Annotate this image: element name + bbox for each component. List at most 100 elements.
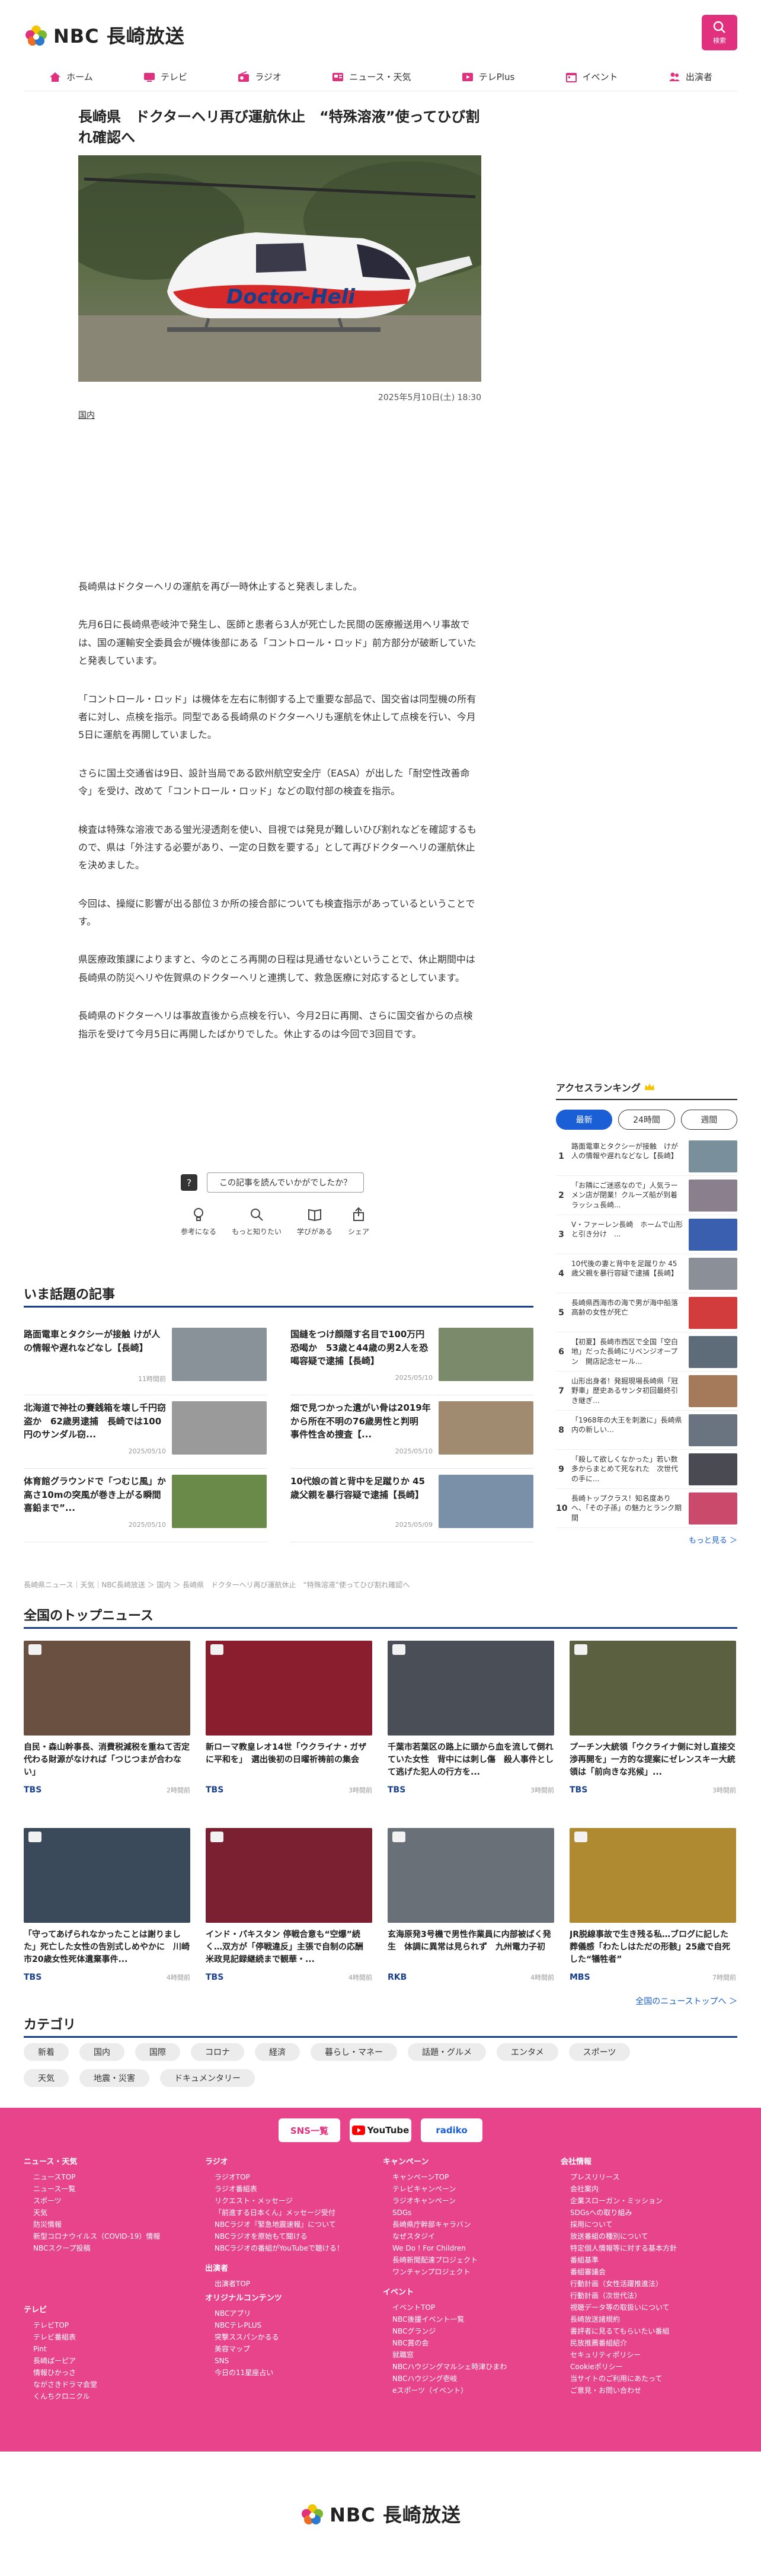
footer-link[interactable]: スポーツ <box>24 2195 160 2207</box>
nav-event[interactable]: イベント <box>565 71 618 84</box>
footer-link[interactable]: テレビ番組表 <box>24 2331 97 2343</box>
footer-link[interactable]: NBC後援イベント一覧 <box>383 2313 507 2325</box>
footer-column-heading[interactable]: ラジオ <box>205 2155 344 2166</box>
footer-link[interactable]: 行動計画（次世代法） <box>561 2290 677 2302</box>
footer-column-heading[interactable]: キャンペーン <box>383 2155 478 2166</box>
footer-link[interactable]: プレスリリース <box>561 2171 677 2183</box>
national-news-card[interactable]: インド・パキスタン 停戦合意も“空爆”続く…双方が「停戦違反」主張で自制の応酬 … <box>206 1828 372 2006</box>
footer-link[interactable]: ラジオ番組表 <box>205 2183 344 2195</box>
footer-link[interactable]: 長崎放送諸規約 <box>561 2313 677 2325</box>
ranking-item[interactable]: 9 「殺して欲しくなかった」若い数多からまとめて死なれた 次世代の手に... <box>556 1450 737 1489</box>
topic-item[interactable]: 体育館グラウンドで「つむじ風」か 高さ10mの突風が巻き上がる瞬間 喜鉛まで”.… <box>24 1469 267 1542</box>
national-news-card[interactable]: 「守ってあげられなかったことは謝りました」死亡した女性の告別式しめやかに 川崎市… <box>24 1828 190 2006</box>
radiko-button[interactable]: radiko <box>421 2118 482 2142</box>
footer-link[interactable]: SNS <box>205 2355 282 2367</box>
footer-link[interactable]: セキュリティポリシー <box>561 2349 677 2361</box>
footer-link[interactable]: 新型コロナウイルス（COVID-19）情報 <box>24 2230 160 2242</box>
footer-link[interactable]: テレビTOP <box>24 2319 97 2331</box>
ranking-item[interactable]: 3 V・ファーレン長崎 ホームで山形と引き分け ... <box>556 1215 737 1254</box>
nav-cast[interactable]: 出演者 <box>668 71 712 84</box>
ranking-item[interactable]: 7 山形出身者！発掘現場長崎県「冠野車」歴史あるサンタ初回最終引き継ぎ… <box>556 1372 737 1411</box>
footer-link[interactable]: ラジオTOP <box>205 2171 344 2183</box>
national-news-card[interactable]: プーチン大統領「ウクライナ側に対し直接交渉再開を」一方的な提案にゼレンスキー大統… <box>570 1641 736 1818</box>
topic-item[interactable]: 国縫をつけ顔隠す名目で100万円恐喝か 53歳と44歳の男2人を恐喝容疑で逮捕【… <box>290 1322 533 1395</box>
footer-link[interactable]: NBCアプリ <box>205 2307 282 2319</box>
national-news-card[interactable]: 新ローマ教皇レオ14世「ウクライナ・ガザに平和を」 選出後初の日曜祈祷前の集会 T… <box>206 1641 372 1818</box>
footer-link[interactable]: 情報ひかっさ <box>24 2367 97 2379</box>
ranking-tab-weekly[interactable]: 週間 <box>680 1110 737 1130</box>
reaction-helpful-button[interactable]: 参考になる <box>181 1206 216 1236</box>
footer-link[interactable]: NBCハウジングマルシェ時津ひまわ <box>383 2361 507 2373</box>
footer-logo[interactable]: NBC 長崎放送 <box>0 2452 761 2576</box>
category-pill[interactable]: 経済 <box>255 2043 300 2061</box>
footer-link[interactable]: 防災情報 <box>24 2219 160 2230</box>
footer-link[interactable]: NBCスクープ投稿 <box>24 2242 160 2254</box>
topic-item[interactable]: 路面電車とタクシーが接触 けが人の情報や遅れなどなし【長崎】 11時間前 <box>24 1322 267 1395</box>
footer-link[interactable]: SDGs <box>383 2207 478 2219</box>
footer-link[interactable]: 今日の11星座占い <box>205 2367 282 2379</box>
national-more-link[interactable]: 全国のニューストップへ ＞ <box>635 1995 737 2007</box>
reaction-share-button[interactable]: シェア <box>348 1206 369 1236</box>
ranking-item[interactable]: 5 長崎県西海市の海で男が海中船落 高齢の女性が死亡 <box>556 1293 737 1332</box>
footer-link[interactable]: 美容マップ <box>205 2343 282 2355</box>
category-pill[interactable]: 天気 <box>24 2069 69 2087</box>
search-button[interactable]: 検索 <box>702 15 737 50</box>
footer-column-heading[interactable]: 会社情報 <box>561 2155 677 2166</box>
footer-link[interactable]: 採用について <box>561 2219 677 2230</box>
category-pill[interactable]: 地震・災害 <box>79 2069 149 2087</box>
topic-item[interactable]: 10代娘の首と背中を足蹴りか 45歳父親を暴行容疑で逮捕【長崎】 2025/05/… <box>290 1469 533 1542</box>
site-logo[interactable]: NBC 長崎放送 <box>24 21 185 49</box>
footer-link[interactable]: 天気 <box>24 2207 160 2219</box>
ranking-more-link[interactable]: もっと見る ＞ <box>556 1534 737 1545</box>
nav-news[interactable]: ニュース・天気 <box>331 71 411 84</box>
category-pill[interactable]: 話題・グルメ <box>408 2043 486 2061</box>
footer-link[interactable]: Cookieポリシー <box>561 2361 677 2373</box>
national-news-card[interactable]: 玄海原発3号機で男性作業員に内部被ばく発生 体調に異常は見られず 九州電力子初 R… <box>388 1828 554 2006</box>
ranking-tab-24h[interactable]: 24時間 <box>618 1110 675 1130</box>
footer-link[interactable]: 出演者TOP <box>205 2278 250 2290</box>
nav-teleplus[interactable]: テレPlus <box>461 71 514 84</box>
reaction-learn-button[interactable]: 学びがある <box>297 1206 332 1236</box>
category-pill[interactable]: コロナ <box>191 2043 244 2061</box>
ranking-item[interactable]: 2 「お隣にご迷惑なので」人気ラーメン店が閉業！クルーズ船が到着ラッシュ長崎... <box>556 1176 737 1215</box>
footer-link[interactable]: 書評者に見るてもらいたい番組 <box>561 2325 677 2337</box>
ranking-item[interactable]: 6 【初夏】長崎市西区で全国「空白地」だった長崎にリベンジオープン 開店記念セール… <box>556 1332 737 1372</box>
national-news-card[interactable]: JR脱線事故で生き残る私…ブログに記した葬儀感「わたしはただの形骸」25歳で自死… <box>570 1828 736 2006</box>
footer-column-heading[interactable]: テレビ <box>24 2303 97 2315</box>
footer-link[interactable]: 就職窓 <box>383 2349 507 2361</box>
footer-link[interactable]: ご意見・お問い合わせ <box>561 2385 677 2396</box>
category-pill[interactable]: 国内 <box>79 2043 124 2061</box>
footer-link[interactable]: We Do ! For Children <box>383 2242 478 2254</box>
footer-link[interactable]: 長崎新聞配達プロジェクト <box>383 2254 478 2266</box>
footer-link[interactable]: 特定個人情報等に対する基本方針 <box>561 2242 677 2254</box>
footer-link[interactable]: 民放推薦番組紹介 <box>561 2337 677 2349</box>
footer-link[interactable]: テレビキャンペーン <box>383 2183 478 2195</box>
breadcrumb[interactable]: 長崎県ニュース｜天気｜NBC長崎放送 ＞ 国内 ＞ 長崎県 ドクターヘリ再び運航… <box>24 1580 410 1590</box>
category-pill[interactable]: スポーツ <box>568 2043 631 2061</box>
topic-item[interactable]: 北海道で神社の賽銭箱を壊し千円窃盗か 62歳男逮捕 長崎では100円のサンダル窃… <box>24 1395 267 1469</box>
national-news-card[interactable]: 千葉市若葉区の路上に頭から血を流して倒れていた女性 背中には刺し傷 殺人事件とし… <box>388 1641 554 1818</box>
footer-link[interactable]: 会社案内 <box>561 2183 677 2195</box>
footer-link[interactable]: Pint <box>24 2343 97 2355</box>
footer-column-heading[interactable]: ニュース・天気 <box>24 2155 160 2166</box>
footer-link[interactable]: キャンペーンTOP <box>383 2171 478 2183</box>
ranking-item[interactable]: 8 「1968年の大王を刺激に」長崎県内の新しい… <box>556 1411 737 1450</box>
category-pill[interactable]: 暮らし・マネー <box>311 2043 397 2061</box>
footer-link[interactable]: 当サイトのご利用にあたって <box>561 2373 677 2385</box>
footer-column-heading[interactable]: 出演者 <box>205 2262 250 2273</box>
category-pill[interactable]: エンタメ <box>497 2043 558 2061</box>
footer-link[interactable]: NBCグランジ <box>383 2325 507 2337</box>
footer-link[interactable]: ラジオキャンペーン <box>383 2195 478 2207</box>
footer-link[interactable]: イベントTOP <box>383 2302 507 2313</box>
footer-link[interactable]: NBC賞の会 <box>383 2337 507 2349</box>
footer-link[interactable]: NBCラジオを原始もて聞ける <box>205 2230 344 2242</box>
ranking-item[interactable]: 1 路面電車とタクシーが接触 けが人の情報や遅れなどなし【長崎】 <box>556 1137 737 1176</box>
category-pill[interactable]: 新着 <box>24 2043 69 2061</box>
category-pill[interactable]: ドキュメンタリー <box>160 2069 255 2087</box>
footer-link[interactable]: NBCラジオ『緊急地震速報』について <box>205 2219 344 2230</box>
nav-home[interactable]: ホーム <box>49 71 93 84</box>
footer-link[interactable]: 「前進する日本くん」メッセージ受付 <box>205 2207 344 2219</box>
footer-link[interactable]: 突撃ススパンかるる <box>205 2331 282 2343</box>
footer-link[interactable]: 番組審議会 <box>561 2266 677 2278</box>
footer-link[interactable]: ワンチャンプロジェクト <box>383 2266 478 2278</box>
